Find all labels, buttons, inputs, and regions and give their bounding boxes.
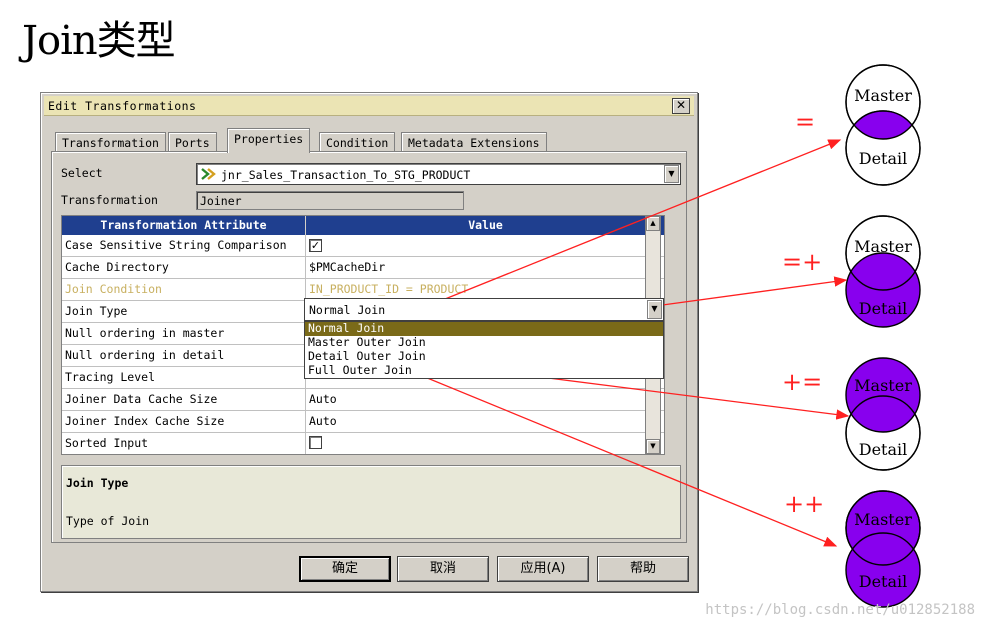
option-normal-join[interactable]: Normal Join xyxy=(305,322,663,336)
symbol-inner: = xyxy=(795,108,815,136)
symbol-master-outer: =+ xyxy=(782,248,822,276)
venn-3-master-label: Master xyxy=(854,376,912,395)
join-type-combo-value: Normal Join xyxy=(309,303,386,317)
join-type-combo[interactable]: Normal Join ▼ xyxy=(304,298,664,321)
watermark: https://blog.csdn.net/u012852188 xyxy=(705,602,975,618)
arrow-full-outer-join xyxy=(419,374,838,547)
venn-4-detail-label: Detail xyxy=(859,572,908,591)
venn-2-detail-label: Detail xyxy=(859,299,908,318)
symbol-full-outer: ++ xyxy=(784,490,824,518)
tab-properties[interactable]: Properties xyxy=(227,128,311,153)
venn-1-master-label: Master xyxy=(854,86,912,105)
chevron-down-icon[interactable]: ▼ xyxy=(647,300,662,319)
venn-2-master-label: Master xyxy=(854,237,912,256)
venn-1-detail-label: Detail xyxy=(859,149,908,168)
venn-3-detail-label: Detail xyxy=(859,440,908,459)
option-detail-outer-join[interactable]: Detail Outer Join xyxy=(305,350,663,364)
symbol-detail-outer: += xyxy=(782,368,822,396)
option-master-outer-join[interactable]: Master Outer Join xyxy=(305,336,663,350)
venn-4-master-label: Master xyxy=(854,510,912,529)
option-full-outer-join[interactable]: Full Outer Join xyxy=(305,364,663,378)
join-type-options: Normal Join Master Outer Join Detail Out… xyxy=(304,321,664,379)
